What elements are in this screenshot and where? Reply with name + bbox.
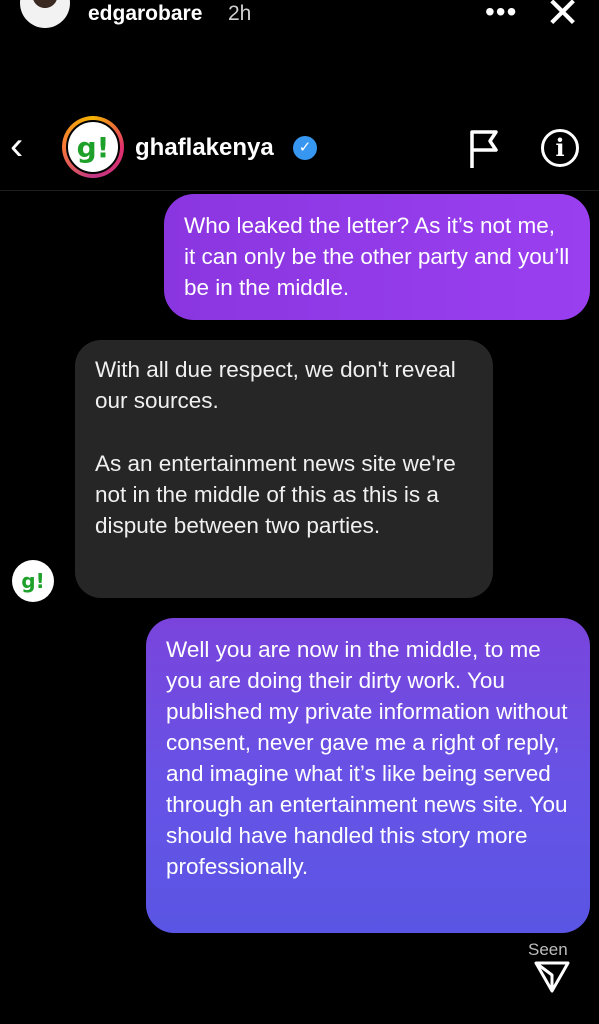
more-icon[interactable]: ••• xyxy=(485,0,517,26)
message-bubble-incoming[interactable]: With all due respect, we don't reveal ou… xyxy=(75,340,493,598)
info-icon[interactable]: i xyxy=(541,129,579,167)
story-timestamp: 2h xyxy=(228,2,252,25)
verified-icon: ✓ xyxy=(293,136,317,160)
message-bubble-outgoing[interactable]: Well you are now in the middle, to me yo… xyxy=(146,618,590,933)
story-username[interactable]: edgarobare xyxy=(88,2,202,26)
dm-username[interactable]: ghaflakenya xyxy=(135,134,274,162)
profile-avatar[interactable]: g! xyxy=(62,116,124,178)
close-icon[interactable]: ✕ xyxy=(545,0,580,34)
message-text: As an entertainment news site we're not … xyxy=(95,451,456,538)
message-text: With all due respect, we don't reveal ou… xyxy=(95,357,456,413)
back-icon[interactable]: ‹ xyxy=(10,126,23,166)
story-avatar[interactable] xyxy=(20,0,70,28)
message-text: Well you are now in the middle, to me yo… xyxy=(166,637,568,879)
ghafla-logo: g! xyxy=(21,569,45,593)
message-text: Who leaked the letter? As it’s not me, i… xyxy=(184,213,570,300)
dm-header: ‹ g! ghaflakenya ✓ i xyxy=(0,110,599,191)
profile-logo: g! xyxy=(66,120,120,174)
ghafla-logo: g! xyxy=(76,130,110,164)
send-icon[interactable] xyxy=(533,960,571,994)
flag-icon[interactable] xyxy=(466,128,502,170)
message-bubble-outgoing[interactable]: Who leaked the letter? As it’s not me, i… xyxy=(164,194,590,320)
seen-status: Seen xyxy=(528,940,568,959)
sender-avatar[interactable]: g! xyxy=(12,560,54,602)
story-header: edgarobare 2h ••• ✕ xyxy=(0,0,599,40)
